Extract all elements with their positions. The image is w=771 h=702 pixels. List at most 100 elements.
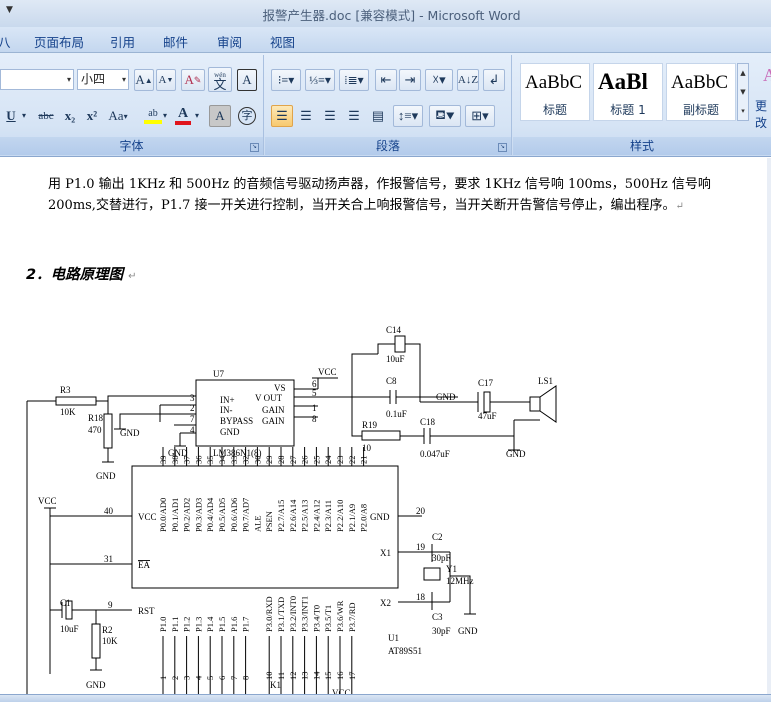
font-dialog-launcher-icon[interactable]: ↘ xyxy=(250,143,259,152)
y1-ref: Y1 xyxy=(446,564,457,574)
char-border-button[interactable]: A xyxy=(237,69,257,91)
clear-format-label: A xyxy=(184,72,194,87)
c17-value: 47uF xyxy=(478,411,497,421)
change-styles-icon[interactable]: A xyxy=(763,65,771,86)
paragraph-mark-icon: ↲ xyxy=(488,72,500,87)
u1-top-pin-number: 37 xyxy=(182,456,192,465)
grow-font-button[interactable]: A ▲ xyxy=(134,69,154,91)
u1-bottom-pin-label: P1.0 xyxy=(158,617,168,632)
font-color-dropdown-icon[interactable]: ▾ xyxy=(195,111,199,120)
styles-scroll[interactable]: ▲ ▼ ▾ xyxy=(737,63,749,121)
superscript-button[interactable]: x² xyxy=(82,105,102,127)
u1-top-pin-number: 36 xyxy=(193,456,203,465)
enclose-char-button[interactable]: 字 xyxy=(236,105,258,127)
u1-part: AT89S51 xyxy=(388,646,422,656)
tab-page-layout[interactable]: 页面布局 xyxy=(34,32,84,51)
c8-value: 0.1uF xyxy=(386,409,407,419)
u7-num-1: 1 xyxy=(312,403,317,413)
tab-review[interactable]: 审阅 xyxy=(217,32,242,51)
align-right-button[interactable]: ☰ xyxy=(319,105,341,127)
style-item-heading1[interactable]: AaBl 标题 1 xyxy=(593,63,663,121)
tab-view[interactable]: 视图 xyxy=(270,32,295,51)
font-color-button[interactable]: A xyxy=(173,105,193,127)
style-name: 副标题 xyxy=(682,103,719,117)
u1-top-pin-label: P2.2/A10 xyxy=(335,500,345,532)
numbering-button[interactable]: ⅓≡▾ xyxy=(305,69,335,91)
u7-num-4: 4 xyxy=(190,425,195,435)
paragraph-dialog-launcher-icon[interactable]: ↘ xyxy=(498,143,507,152)
shrink-font-label: A xyxy=(158,74,167,86)
increase-indent-button[interactable]: ⇥ xyxy=(399,69,421,91)
justify-button[interactable]: ☰ xyxy=(343,105,365,127)
gnd-label-in: GND xyxy=(120,428,140,438)
u1-top-pin-number: 29 xyxy=(264,456,274,465)
underline-button[interactable]: U xyxy=(0,105,22,127)
shrink-font-button[interactable]: A ▼ xyxy=(156,69,176,91)
style-sample: AaBl xyxy=(598,69,648,94)
u1-x1-pin: X1 xyxy=(380,548,391,558)
paragraph-mark: ↵ xyxy=(128,271,137,282)
highlight-dropdown-icon[interactable]: ▾ xyxy=(163,111,167,120)
font-size-value: 小四 xyxy=(81,72,106,86)
show-marks-button[interactable]: ↲ xyxy=(483,69,505,91)
u1-bottom-pin-number: 7 xyxy=(229,676,239,680)
multilevel-list-button[interactable]: ⁞≣▾ xyxy=(339,69,369,91)
align-left-icon: ☰ xyxy=(276,108,288,123)
decrease-indent-button[interactable]: ⇤ xyxy=(375,69,397,91)
u7-ref: U7 xyxy=(213,369,224,379)
u7-num-8: 8 xyxy=(312,414,317,424)
c1-ref: C1 xyxy=(60,598,71,608)
style-sample: AaBbC xyxy=(671,72,728,93)
clear-format-button[interactable]: A ✎ xyxy=(181,69,205,91)
c2-value: 30pF xyxy=(432,553,451,563)
font-size-combo[interactable]: 小四 ▾ xyxy=(77,69,129,90)
u1-top-pin-number: 23 xyxy=(335,456,345,465)
borders-button[interactable]: ⊞▾ xyxy=(465,105,495,127)
u7-pin-bypass: BYPASS xyxy=(220,416,253,426)
tab-references[interactable]: 引用 xyxy=(110,32,135,51)
u1-bottom-pin-number: 10 xyxy=(264,672,274,681)
tab-partial[interactable]: 八 xyxy=(0,32,11,51)
font-name-combo[interactable]: ▾ xyxy=(0,69,74,90)
paragraph-shading-button[interactable]: ⛾▾ xyxy=(429,105,461,127)
sort-button[interactable]: A↓Z xyxy=(457,69,479,91)
change-case-button[interactable]: Aa ▾ xyxy=(106,105,130,127)
u1-bottom-pin-label: P1.6 xyxy=(229,617,239,632)
font-group: ▾ 小四 ▾ A ▲ A ▼ A ✎ wén 文 A U ▾ abc x₂ x² Aa ▾… xyxy=(0,55,264,155)
u1-top-pin-number: 39 xyxy=(158,456,168,465)
char-shading-button[interactable]: A xyxy=(209,105,231,127)
paragraph-group: ⁝≡▾ ⅓≡▾ ⁞≣▾ ⇤ ⇥ ☓▾ A↓Z ↲ ☰ ☰ ☰ ☰ ▤ ↕≡▾ ⛾… xyxy=(265,55,512,155)
style-item-title[interactable]: AaBbC 标题 xyxy=(520,63,590,121)
change-styles-label[interactable]: 更改 xyxy=(755,97,771,131)
c1-value: 10uF xyxy=(60,624,79,634)
pin20-num: 20 xyxy=(416,506,426,516)
tab-mailings[interactable]: 邮件 xyxy=(163,32,188,51)
align-center-button[interactable]: ☰ xyxy=(295,105,317,127)
vertical-scrollbar[interactable] xyxy=(767,158,771,694)
chinese-layout-button[interactable]: ☓▾ xyxy=(425,69,453,91)
style-item-subtitle[interactable]: AaBbC 副标题 xyxy=(666,63,736,121)
u1-top-pin-label: P0.6/AD6 xyxy=(229,498,239,532)
underline-dropdown-icon[interactable]: ▾ xyxy=(22,111,26,120)
c2-ref: C2 xyxy=(432,532,443,542)
subscript-button[interactable]: x₂ xyxy=(60,105,80,127)
phonetic-guide-button[interactable]: wén 文 xyxy=(208,67,232,92)
distributed-button[interactable]: ▤ xyxy=(367,105,389,127)
gnd-label-rst: GND xyxy=(86,680,106,690)
u7-pin-vs: VS xyxy=(274,383,286,393)
strikethrough-button[interactable]: abc xyxy=(33,105,59,127)
line-spacing-button[interactable]: ↕≡▾ xyxy=(393,105,423,127)
gnd-label-ls1: GND xyxy=(506,449,526,459)
char-border-label: A xyxy=(242,72,252,87)
u1-top-pin-label: P0.2/AD2 xyxy=(182,498,192,532)
u1-bottom-pin-label: P3.6/WR xyxy=(335,600,345,632)
u1-top-pin-number: 35 xyxy=(205,456,215,465)
u1-bottom-pin-label: P1.7 xyxy=(241,617,251,632)
pin9-num: 9 xyxy=(108,600,113,610)
document-page[interactable]: 用 P1.0 输出 1KHz 和 500Hz 的音频信号驱动扬声器，作报警信号，… xyxy=(0,158,771,694)
u1-bottom-pin-number: 1 xyxy=(158,676,168,680)
align-left-button[interactable]: ☰ xyxy=(271,105,293,127)
u1-top-pin-label: ALE xyxy=(252,515,262,532)
vcc-label-u1: VCC xyxy=(38,496,57,506)
bullets-button[interactable]: ⁝≡▾ xyxy=(271,69,301,91)
